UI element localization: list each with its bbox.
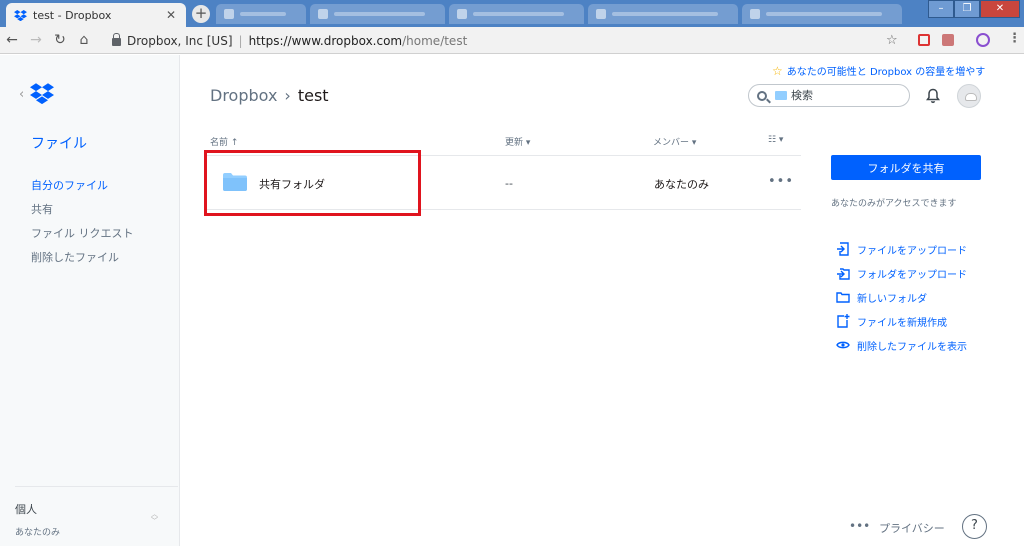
privacy-link[interactable]: プライバシー — [879, 520, 945, 536]
reload-icon[interactable]: ↻ — [48, 32, 72, 48]
more-options-icon[interactable]: ••• — [768, 174, 794, 189]
star-icon: ☆ — [772, 63, 783, 78]
help-button[interactable]: ? — [962, 514, 987, 539]
sidebar-title[interactable]: ファイル — [31, 133, 87, 153]
address-bar: ← → ↻ ⌂ Dropbox, Inc [US] | https://www.… — [0, 27, 1024, 54]
browser-tab-background[interactable] — [449, 4, 584, 24]
notification-bell-icon[interactable] — [926, 88, 940, 104]
minimize-icon[interactable]: – — [928, 0, 954, 18]
sidebar: ‹ ファイル 自分のファイル 共有 ファイル リクエスト 削除したファイル 個人… — [0, 55, 180, 546]
browser-tab-title: test - Dropbox — [33, 8, 112, 22]
search-input[interactable] — [791, 89, 901, 102]
sidebar-item-my-files[interactable]: 自分のファイル — [31, 178, 134, 202]
file-members: あなたのみ — [654, 178, 709, 191]
show-deleted-files-action[interactable]: 削除したファイルを表示 — [836, 333, 967, 357]
new-tab-button[interactable]: + — [192, 5, 210, 23]
upload-folder-action[interactable]: フォルダをアップロード — [836, 261, 967, 285]
upload-file-icon — [837, 242, 849, 256]
new-file-icon — [837, 314, 850, 328]
avatar[interactable] — [957, 84, 981, 108]
new-file-action[interactable]: ファイルを新規作成 — [836, 309, 967, 333]
restore-icon[interactable]: ❐ — [954, 0, 980, 18]
upload-file-action[interactable]: ファイルをアップロード — [836, 237, 967, 261]
bookmark-star-icon[interactable]: ☆ — [886, 33, 898, 48]
account-switcher[interactable]: 個人 あなたのみ ︿ ﹀ — [15, 486, 178, 538]
column-header-members[interactable]: メンバー ▾ — [653, 135, 696, 148]
browser-tab-background[interactable] — [216, 4, 306, 24]
column-header-name[interactable]: 名前 ↑ — [210, 135, 238, 148]
search-icon — [757, 90, 767, 101]
access-info: あなたのみがアクセスできます — [831, 199, 957, 209]
collapse-chevron-icon[interactable]: ‹ — [19, 87, 24, 102]
eye-icon — [836, 341, 850, 349]
action-label: ファイルを新規作成 — [857, 317, 947, 329]
action-label: ファイルをアップロード — [857, 245, 967, 257]
highlight-box — [204, 150, 421, 216]
account-plan: あなたのみ — [15, 528, 61, 538]
action-label: フォルダをアップロード — [857, 269, 967, 281]
file-modified: -- — [505, 177, 513, 190]
breadcrumb: Dropbox › test — [210, 86, 329, 105]
browser-tab-background[interactable] — [588, 4, 738, 24]
folder-scope-icon — [775, 91, 787, 100]
back-icon[interactable]: ← — [0, 32, 24, 48]
sidebar-item-file-requests[interactable]: ファイル リクエスト — [31, 226, 134, 250]
profile-extension-icon[interactable] — [976, 33, 990, 47]
sidebar-nav: 自分のファイル 共有 ファイル リクエスト 削除したファイル — [31, 178, 134, 274]
tab-close-icon[interactable]: ✕ — [164, 8, 178, 22]
url-path: /home/test — [402, 33, 468, 48]
dropbox-logo-icon[interactable] — [30, 83, 54, 104]
browser-tab-background[interactable] — [742, 4, 902, 24]
browser-tab-background[interactable] — [310, 4, 445, 24]
action-list: ファイルをアップロード フォルダをアップロード 新しいフォルダ ファイルを新規作… — [836, 237, 967, 357]
forward-icon[interactable]: → — [24, 32, 48, 48]
extension-icon[interactable] — [918, 34, 930, 46]
view-toggle-button[interactable]: ☷ ▾ — [768, 135, 783, 145]
upgrade-text: あなたの可能性と Dropbox の容量を増やす — [786, 67, 986, 78]
dropbox-favicon-icon — [14, 9, 27, 21]
new-folder-icon — [836, 292, 850, 303]
upload-folder-icon — [837, 268, 850, 280]
breadcrumb-current: test — [297, 86, 329, 105]
up-down-chevron-icon: ︿ ﹀ — [151, 510, 158, 525]
url-field[interactable]: Dropbox, Inc [US] | https://www.dropbox.… — [104, 30, 904, 51]
url-host: https://www.dropbox.com — [248, 33, 403, 48]
home-icon[interactable]: ⌂ — [72, 32, 96, 48]
browser-tab-active[interactable]: test - Dropbox ✕ — [6, 3, 186, 27]
column-header-modified[interactable]: 更新 ▾ — [505, 135, 530, 148]
action-label: 新しいフォルダ — [857, 293, 927, 305]
site-identity: Dropbox, Inc [US] — [127, 33, 233, 48]
search-box[interactable] — [748, 84, 910, 107]
action-label: 削除したファイルを表示 — [857, 341, 967, 353]
sidebar-item-shared[interactable]: 共有 — [31, 202, 134, 226]
window-controls: – ❐ ✕ — [928, 0, 1020, 18]
sidebar-item-deleted-files[interactable]: 削除したファイル — [31, 250, 134, 274]
new-folder-action[interactable]: 新しいフォルダ — [836, 285, 967, 309]
upgrade-link[interactable]: ☆ あなたの可能性と Dropbox の容量を増やす — [772, 63, 986, 79]
url-separator: | — [238, 33, 243, 48]
share-folder-button[interactable]: フォルダを共有 — [831, 155, 981, 180]
footer-more-button[interactable]: ••• — [849, 519, 870, 533]
menu-kebab-icon[interactable]: ⋮ — [1008, 31, 1021, 46]
breadcrumb-root[interactable]: Dropbox — [210, 86, 277, 105]
window-close-icon[interactable]: ✕ — [980, 0, 1020, 18]
pdf-extension-icon[interactable] — [942, 34, 954, 46]
breadcrumb-separator: › — [284, 86, 291, 105]
browser-tab-bar: test - Dropbox ✕ + – ❐ ✕ — [0, 0, 1024, 27]
lock-icon — [112, 32, 121, 46]
